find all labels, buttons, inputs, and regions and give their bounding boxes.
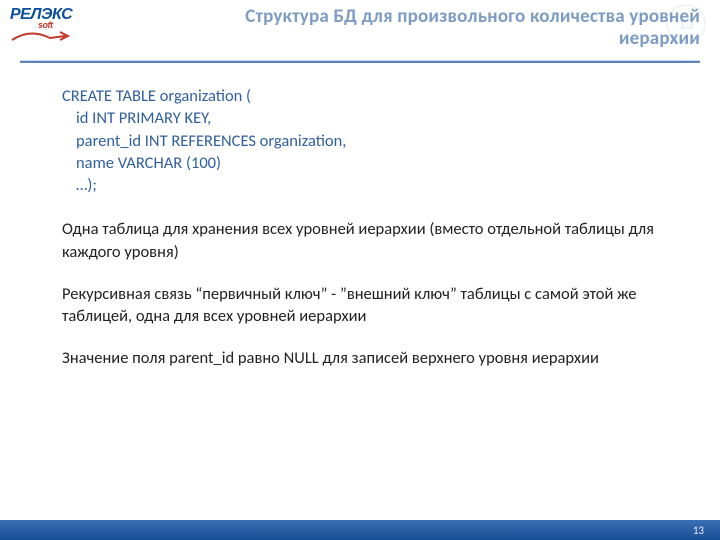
swoosh-icon xyxy=(10,30,70,44)
sql-block: CREATE TABLE organization ( id INT PRIMA… xyxy=(62,85,666,196)
slide-header: РЕЛЭКС soft Структура БД для произвольно… xyxy=(0,0,720,58)
paragraph: Рекурсивная связь “первичный ключ” - ”вн… xyxy=(62,283,666,328)
page-number: 13 xyxy=(693,524,704,537)
sql-line: name VARCHAR (100) xyxy=(62,152,666,174)
sql-line: parent_id INT REFERENCES organization, xyxy=(62,130,666,152)
slide-content: CREATE TABLE organization ( id INT PRIMA… xyxy=(0,63,720,370)
sql-line: id INT PRIMARY KEY, xyxy=(62,107,666,129)
sql-line: …); xyxy=(62,174,666,196)
sql-line: CREATE TABLE organization ( xyxy=(62,85,666,107)
paragraph: Значение поля parent_id равно NULL для з… xyxy=(62,347,666,369)
logo-text: РЕЛЭКС soft xyxy=(10,6,88,30)
slide: 13 РЕЛЭКС soft Структура БД для произвол… xyxy=(0,0,720,540)
header-divider xyxy=(20,60,700,63)
slide-footer: 13 xyxy=(0,520,720,540)
title-line-1: Структура БД для произвольного количеств… xyxy=(245,5,700,28)
logo: РЕЛЭКС soft xyxy=(10,6,88,50)
title-line-2: иерархии xyxy=(619,27,700,50)
paragraph: Одна таблица для хранения всех уровней и… xyxy=(62,218,666,263)
slide-title: Структура БД для произвольного количеств… xyxy=(120,6,700,50)
